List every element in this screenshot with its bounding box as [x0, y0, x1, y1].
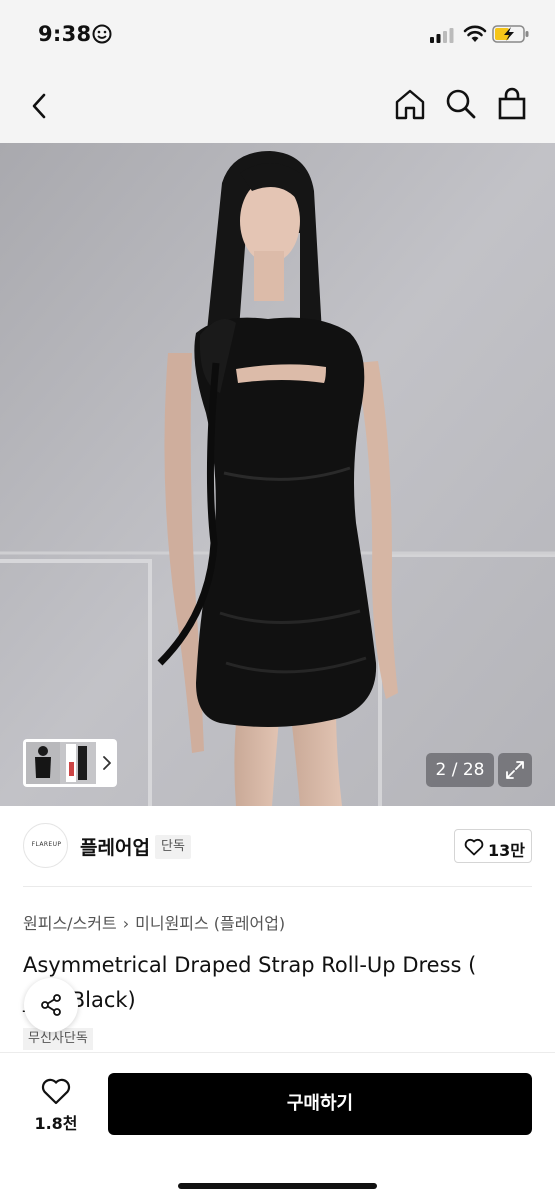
cellular-signal-icon [430, 28, 454, 43]
battery-charging-icon [492, 25, 529, 43]
image-page-counter: 2 / 28 [426, 753, 494, 787]
product-photo [0, 143, 555, 806]
exclusive-tag: 무신사단독 [23, 1028, 93, 1050]
wishlist-heart-icon[interactable] [41, 1077, 71, 1105]
home-indicator [178, 1183, 377, 1189]
brand-like-count: 13만 [488, 841, 525, 860]
wishlist-count: 1.8천 [34, 1114, 78, 1133]
breadcrumb-subcategory[interactable]: 미니원피스 (플레어업) [135, 914, 285, 933]
brand-like-button[interactable]: 13만 [454, 829, 532, 863]
brand-logo[interactable]: FLAREUP [23, 823, 68, 868]
buy-button[interactable]: 구매하기 [108, 1073, 532, 1135]
shopping-bag-icon[interactable] [494, 86, 530, 122]
share-icon [41, 994, 61, 1016]
navigation-bar [0, 70, 555, 143]
heart-icon [464, 838, 484, 856]
thumbnail-image[interactable] [26, 742, 96, 784]
brand-name[interactable]: 플레어업 [80, 833, 150, 860]
expand-icon [506, 761, 524, 779]
chevron-right-icon: › [122, 914, 130, 933]
expand-image-button[interactable] [498, 753, 532, 787]
wifi-icon [463, 25, 487, 42]
home-icon[interactable] [392, 86, 428, 122]
thumbnail-strip[interactable] [23, 739, 117, 787]
share-button[interactable] [24, 978, 78, 1032]
search-icon[interactable] [443, 86, 479, 122]
smiley-icon [92, 24, 112, 44]
status-time: 9:38 [38, 22, 92, 46]
brand-exclusive-badge: 단독 [155, 835, 191, 859]
product-title: Asymmetrical Draped Strap Roll-Up Dress … [23, 953, 477, 1012]
breadcrumb-category[interactable]: 원피스/스커트 [23, 914, 117, 933]
divider [23, 886, 532, 887]
breadcrumb: 원피스/스커트 › 미니원피스 (플레어업) [23, 910, 285, 934]
thumbnail-next-chevron-icon[interactable] [99, 752, 115, 774]
brand-logo-text: FLAREUP [31, 841, 62, 848]
brand-row: FLAREUP 플레어업 단독 13만 [0, 806, 555, 886]
back-arrow-icon[interactable] [22, 88, 58, 124]
product-image[interactable]: 2 / 28 [0, 143, 555, 806]
bottom-action-bar: 1.8천 구매하기 [0, 1052, 555, 1200]
status-bar: 9:38 [0, 0, 555, 70]
